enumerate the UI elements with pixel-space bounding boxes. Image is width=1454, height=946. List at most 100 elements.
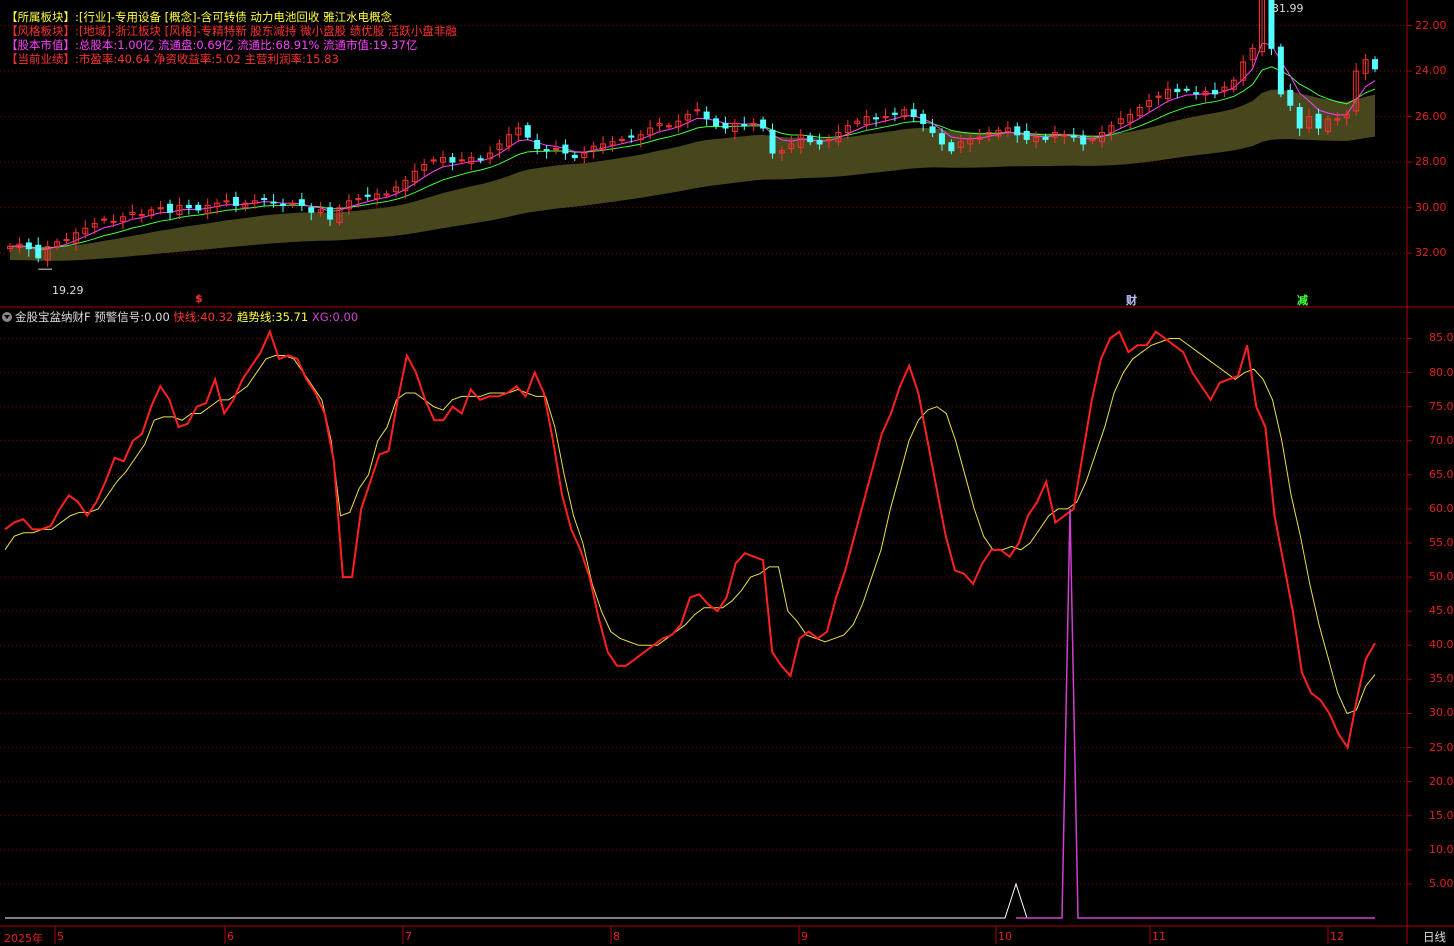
info-row-performance: 【当前业绩】:市盈率:40.64 净资收益率:5.02 主营利润率:15.83 (6, 52, 457, 66)
trend-line-label: 趋势线: (236, 310, 276, 324)
trend-line-value: 35.71 (275, 310, 309, 324)
indicator-tick-label: 15.00 (1429, 808, 1454, 822)
price-tick-label: 30.00 (1415, 200, 1447, 214)
indicator-header: 金股宝盆纳财F 预警信号:0.00 快线:40.32 趋势线:35.71 XG:… (2, 309, 358, 325)
candle-body (628, 135, 635, 138)
candle-body (1296, 107, 1303, 129)
candle-body (760, 119, 767, 129)
candle-body (280, 203, 286, 206)
marker-dollar: $ (195, 292, 203, 305)
fast-line-value: 40.32 (200, 310, 234, 324)
date-label: 9 (801, 930, 808, 943)
candle-body (185, 204, 192, 209)
date-label: 5 (57, 930, 64, 943)
info-label: 【风格板块】: (6, 24, 79, 38)
indicator-tick-label: 55.00 (1429, 536, 1454, 549)
date-label: 11 (1152, 930, 1166, 943)
candle-body (929, 126, 936, 134)
stock-chart[interactable] (0, 0, 1454, 944)
candle-body (948, 142, 955, 152)
xg-line (1016, 508, 1375, 919)
price-low-label: 19.29 (52, 284, 84, 297)
price-high-label: 31.99 (1272, 2, 1304, 15)
candle-body (920, 113, 927, 124)
candle-body (1014, 126, 1021, 136)
candle-body (1070, 135, 1077, 138)
info-panel: 【所属板块】:[行业]-专用设备 [概念]-含可转债 动力电池回收 雅江水电概念… (6, 10, 457, 66)
candle-body (195, 204, 202, 211)
candle-body (524, 125, 531, 138)
period-label[interactable]: 日线 (1423, 929, 1446, 945)
date-label: 8 (613, 930, 620, 943)
price-tick-label: 32.00 (1415, 246, 1447, 260)
indicator-tick-label: 85.00 (1429, 331, 1454, 345)
indicator-tick-label: 70.00 (1429, 433, 1454, 447)
indicator-tick-label: 65.00 (1429, 467, 1454, 481)
info-value: 总股本:1.00亿 流通盘:0.69亿 流通比:68.91% 流通市值:19.3… (78, 38, 418, 52)
candle-body (167, 203, 174, 213)
candle-body (1193, 92, 1200, 95)
date-label: 10 (998, 930, 1012, 943)
signal-label: 预警信号: (94, 310, 145, 324)
candle-body (703, 111, 710, 120)
candle-body (571, 154, 578, 159)
candle-body (562, 144, 569, 154)
candle-body (364, 194, 371, 197)
candle-body (1042, 136, 1049, 140)
marker-finance: 财 (1126, 294, 1137, 307)
date-label: 12 (1330, 930, 1344, 943)
candle-body (383, 193, 390, 196)
candle-body (722, 122, 729, 129)
info-label: 【股本市值】: (6, 38, 79, 52)
indicator-tick-label: 60.00 (1429, 501, 1454, 515)
candle-body (1183, 88, 1190, 91)
candle-body (891, 112, 898, 115)
info-label: 【当前业绩】: (6, 52, 79, 66)
candle-body (910, 109, 917, 118)
indicator-tick-label: 50.00 (1429, 570, 1454, 584)
fast-line-label: 快线: (173, 310, 201, 324)
info-row-capital: 【股本市值】:总股本:1.00亿 流通盘:0.69亿 流通比:68.91% 流通… (6, 38, 457, 52)
indicator-tick-label: 10.00 (1429, 842, 1454, 856)
indicator-tick-label: 40.00 (1429, 638, 1454, 652)
candle-body (1080, 135, 1087, 145)
info-value: 市盈率:40.64 净资收益率:5.02 主营利润率:15.83 (78, 52, 339, 66)
date-label: 6 (227, 930, 234, 943)
price-tick-label: 22.00 (1415, 18, 1447, 32)
candle-body (938, 133, 945, 145)
info-value: [地域]-浙江板块 [风格]-专精特新 股东减持 微小盘股 绩优股 活跃小盘非融 (78, 24, 457, 38)
indicator-tick-label: 35.00 (1429, 672, 1454, 686)
candle-body (308, 207, 315, 213)
candle-body (35, 244, 42, 259)
candle-body (327, 207, 334, 220)
info-row-style: 【风格板块】:[地域]-浙江板块 [风格]-专精特新 股东减持 微小盘股 绩优股… (6, 24, 457, 38)
indicator-name[interactable]: 金股宝盆纳财F (15, 310, 91, 324)
candle-body (458, 159, 465, 162)
price-tick-label: 28.00 (1415, 155, 1447, 169)
candle-body (261, 198, 268, 201)
candle-body (534, 140, 541, 149)
candle-body (873, 117, 880, 120)
info-value: [行业]-专用设备 [概念]-含可转债 动力电池回收 雅江水电概念 (78, 10, 393, 24)
candle-body (270, 201, 277, 204)
indicator-tick-label: 20.00 (1429, 774, 1454, 788)
indicator-tick-label: 30.00 (1429, 706, 1454, 720)
candle-body (1287, 89, 1294, 106)
candle-body (1277, 46, 1284, 95)
info-row-sector: 【所属板块】:[行业]-专用设备 [概念]-含可转债 动力电池回收 雅江水电概念 (6, 10, 457, 24)
signal-line (5, 882, 1060, 919)
indicator-tick-label: 45.00 (1429, 604, 1454, 618)
candle-body (741, 124, 748, 127)
collapse-icon[interactable] (2, 311, 12, 322)
candle-body (1372, 59, 1378, 70)
price-tick-label: 26.00 (1415, 109, 1447, 123)
candle-body (25, 242, 32, 250)
candle-body (232, 196, 239, 206)
signal-value: 0.00 (144, 310, 170, 324)
candle-body (298, 199, 305, 206)
candle-body (816, 140, 823, 145)
price-tick-label: 24.00 (1415, 64, 1447, 78)
candle-body (543, 149, 550, 152)
candle-body (477, 158, 484, 161)
marker-reduce: 减 (1297, 294, 1308, 307)
